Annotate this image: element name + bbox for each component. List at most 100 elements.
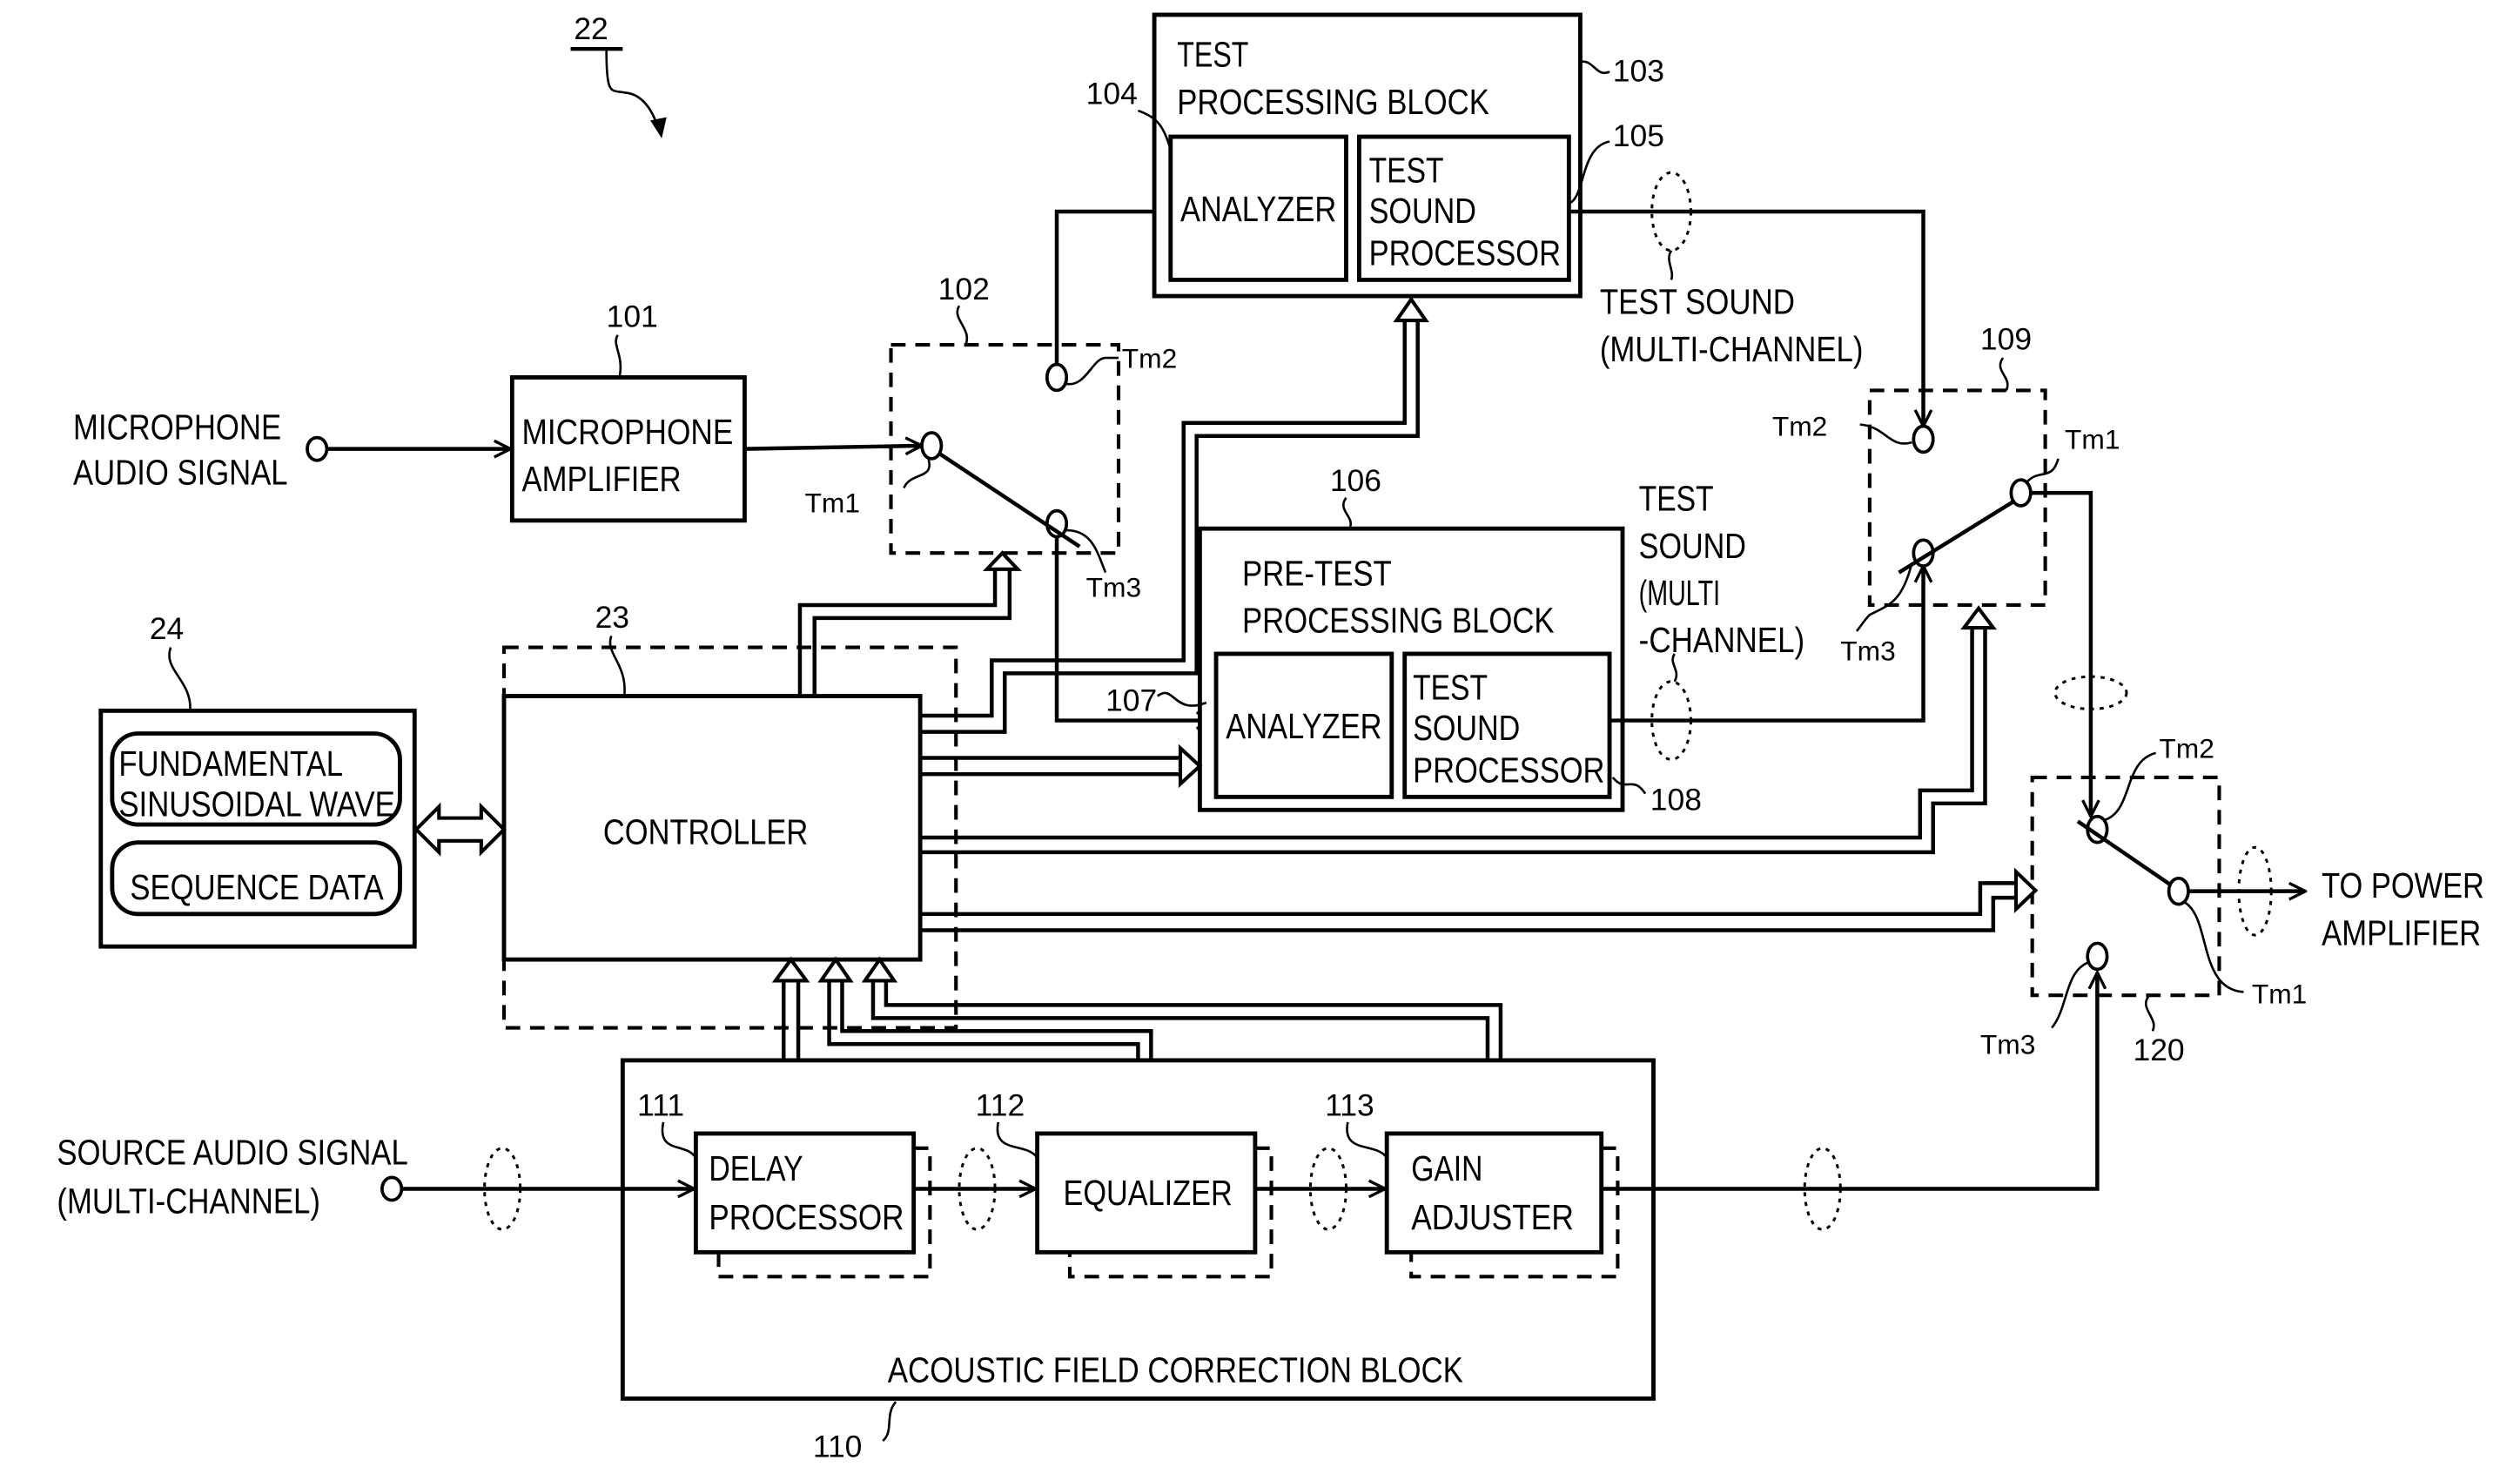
leader-23 (608, 635, 626, 696)
bus-arrowhead-icon (861, 956, 898, 983)
tsp-label-2: SOUND (1369, 191, 1476, 231)
leader-24 (168, 647, 192, 711)
ref-104: 104 (1086, 77, 1138, 111)
ptsp-label-1: TEST (1413, 667, 1488, 707)
fundamental-wave-label-2: SINUSOIDAL WAVE (118, 784, 395, 824)
figure-number: 22 (574, 11, 608, 46)
source-input-terminal (380, 1175, 404, 1202)
leader-tm1 (2184, 901, 2244, 993)
switch-120-boundary (2030, 775, 2221, 998)
test-block-label-2: PROCESSING BLOCK (1177, 82, 1489, 122)
output-label-2: AMPLIFIER (2322, 912, 2481, 952)
fundamental-wave-label-1: FUNDAMENTAL (118, 744, 343, 784)
source-input-label-2: (MULTI-CHANNEL) (57, 1181, 320, 1221)
mic-input-label-1: MICROPHONE (73, 407, 281, 447)
ref-101: 101 (607, 299, 658, 334)
output-label-1: TO POWER (2322, 865, 2484, 905)
leader-tm2 (2105, 751, 2156, 821)
leader-102 (956, 305, 969, 346)
microphone-amplifier-block: 101 MICROPHONE AMPLIFIER (509, 299, 922, 523)
leader-120 (2144, 994, 2155, 1032)
terminal-tm2 (1045, 362, 1069, 393)
control-bus-inner (812, 566, 1012, 696)
source-input-label-1: SOURCE AUDIO SIGNAL (57, 1132, 407, 1172)
terminal-tm3 (2086, 941, 2109, 972)
switch-lever (1898, 499, 2016, 575)
ptsp-label-2: SOUND (1413, 708, 1520, 748)
test-sound-label-1: TEST SOUND (1600, 282, 1795, 322)
ref-111: 111 (637, 1087, 684, 1122)
bus-arrowhead-icon (817, 956, 854, 983)
leader-110 (882, 1401, 897, 1442)
leader-106 (1342, 496, 1353, 529)
bus-arrowhead-icon (1960, 605, 1997, 630)
test-sound-label-2: (MULTI-CHANNEL) (1600, 329, 1864, 369)
ref-113: 113 (1325, 1087, 1374, 1122)
acoustic-block-label: ACOUSTIC FIELD CORRECTION BLOCK (888, 1350, 1463, 1390)
ref-23: 23 (595, 600, 629, 635)
ref-105: 105 (1613, 118, 1664, 153)
ref-109: 109 (1980, 322, 2032, 357)
control-bus-outer (920, 881, 2019, 917)
bidirectional-bus-icon (413, 802, 507, 857)
leader-tm3 (1855, 562, 1913, 632)
pretest-analyzer-label: ANALYZER (1226, 706, 1381, 746)
ptsp-label-3: PROCESSOR (1413, 750, 1604, 791)
input-terminal (306, 435, 329, 462)
tsp-label-1: TEST (1369, 150, 1444, 190)
arrowhead-icon (650, 117, 667, 138)
label-tm1: Tm1 (2252, 979, 2308, 1010)
gain-label-2: ADJUSTER (1411, 1197, 1574, 1237)
controller-block: 23 CONTROLLER (501, 600, 958, 1030)
signal-line (2030, 490, 2091, 817)
mic-amp-label-2: AMPLIFIER (522, 459, 682, 499)
leader-tm2 (1066, 356, 1119, 386)
label-tm1: Tm1 (805, 487, 861, 518)
leader-109 (1999, 357, 2009, 391)
sequence-data-label: SEQUENCE DATA (130, 867, 384, 907)
leader-tm1 (2026, 458, 2060, 482)
ref-107: 107 (1105, 683, 1157, 717)
mic-input-label-2: AUDIO SIGNAL (73, 453, 288, 493)
bus-arrowhead-icon (771, 956, 810, 983)
bus-arrowhead-icon (1393, 296, 1429, 323)
switch-lever (938, 452, 1081, 548)
delay-label-1: DELAY (709, 1148, 803, 1188)
switch-lever (2076, 819, 2172, 887)
tsp-label-3: PROCESSOR (1369, 233, 1561, 273)
pretest-label-1: PRE-TEST (1242, 554, 1392, 594)
label-tm2: Tm2 (2159, 733, 2214, 764)
terminal-tm1 (920, 431, 944, 461)
leader-101 (615, 334, 622, 378)
gain-label-1: GAIN (1411, 1148, 1482, 1188)
mic-amp-label-1: MICROPHONE (522, 412, 734, 452)
block-diagram: 22 MICROPHONE AUDIO SIGNAL 101 MICROPHON… (57, 11, 2484, 1464)
figure-reference: 22 (570, 11, 667, 138)
bus-arrowhead-icon (982, 550, 1022, 571)
leader-103 (1580, 60, 1610, 75)
ref-120: 120 (2133, 1033, 2184, 1067)
test-analyzer-label: ANALYZER (1180, 189, 1336, 229)
signal-line (744, 446, 922, 449)
test-processing-block: TEST PROCESSING BLOCK 103 104 ANALYZER T… (1086, 12, 1924, 427)
bus-arrowhead-icon (1178, 744, 1203, 789)
label-tm3: Tm3 (1980, 1028, 2036, 1060)
ref-103: 103 (1613, 54, 1664, 89)
leader-test-sound (1668, 250, 1674, 280)
label-tm1: Tm1 (2065, 424, 2120, 455)
pretest-processing-block: 106 PRE-TEST PROCESSING BLOCK 107 ANALYZ… (920, 463, 1923, 817)
ref-112: 112 (976, 1087, 1025, 1122)
pretest-sound-label-1: TEST (1639, 479, 1714, 519)
pretest-sound-label-2: SOUND (1639, 526, 1746, 566)
signal-line (1601, 972, 2098, 1191)
control-bus-outer (797, 566, 998, 696)
pretest-sound-label-4: -CHANNEL) (1639, 620, 1805, 660)
microphone-input: MICROPHONE AUDIO SIGNAL (73, 407, 510, 493)
label-tm2: Tm2 (1122, 342, 1178, 373)
test-block-label-1: TEST (1177, 35, 1248, 75)
label-tm2: Tm2 (1772, 411, 1827, 442)
acoustic-field-correction-block: ACOUSTIC FIELD CORRECTION BLOCK 110 SOUR… (57, 972, 2097, 1464)
ref-106: 106 (1330, 463, 1381, 498)
leader-tm1 (903, 458, 931, 489)
equalizer-label: EQUALIZER (1064, 1173, 1233, 1213)
